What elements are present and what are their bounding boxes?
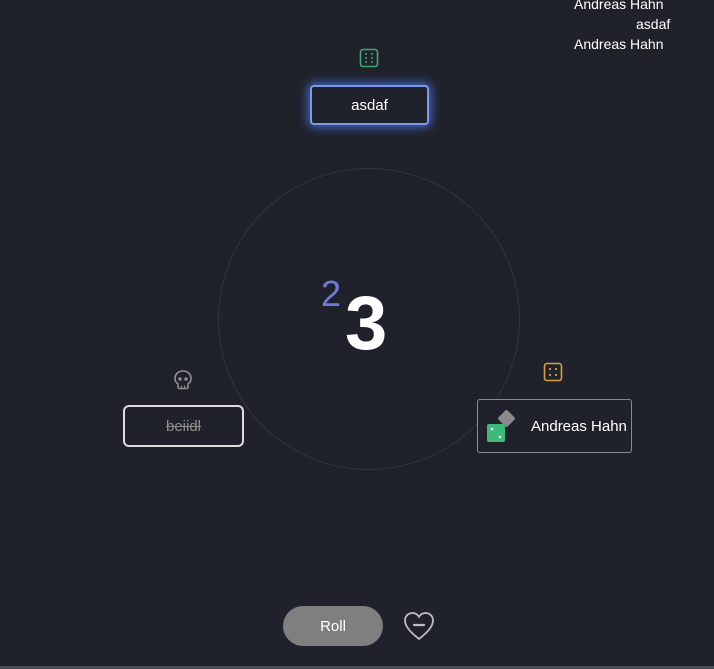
counter-small: 2 bbox=[321, 273, 342, 314]
player-andreas-hahn[interactable]: Andreas Hahn bbox=[477, 399, 632, 453]
player-beiidl[interactable]: beiidl bbox=[123, 405, 244, 447]
event-log: Andreas Hahn asdaf Andreas Hahn bbox=[574, 0, 714, 54]
heart-minus-icon[interactable] bbox=[402, 609, 436, 643]
roll-button[interactable]: Roll bbox=[283, 606, 383, 646]
dice-counter: 2 3 bbox=[318, 272, 418, 366]
game-stage: Andreas Hahn asdaf Andreas Hahn 2 3 asda… bbox=[0, 0, 714, 669]
player-name: beiidl bbox=[165, 417, 202, 435]
player-asdaf[interactable]: asdaf bbox=[310, 85, 429, 125]
log-entry: Andreas Hahn bbox=[574, 36, 664, 52]
log-entry: asdaf bbox=[636, 16, 671, 32]
dice-avatar-icon bbox=[485, 409, 519, 443]
player-name: Andreas Hahn bbox=[531, 417, 627, 435]
counter-big: 3 bbox=[345, 281, 388, 366]
log-entry: Andreas Hahn bbox=[574, 0, 664, 12]
die-six-icon bbox=[359, 48, 379, 68]
skull-icon bbox=[171, 368, 195, 392]
player-name: asdaf bbox=[351, 96, 388, 114]
die-four-icon bbox=[543, 362, 563, 382]
